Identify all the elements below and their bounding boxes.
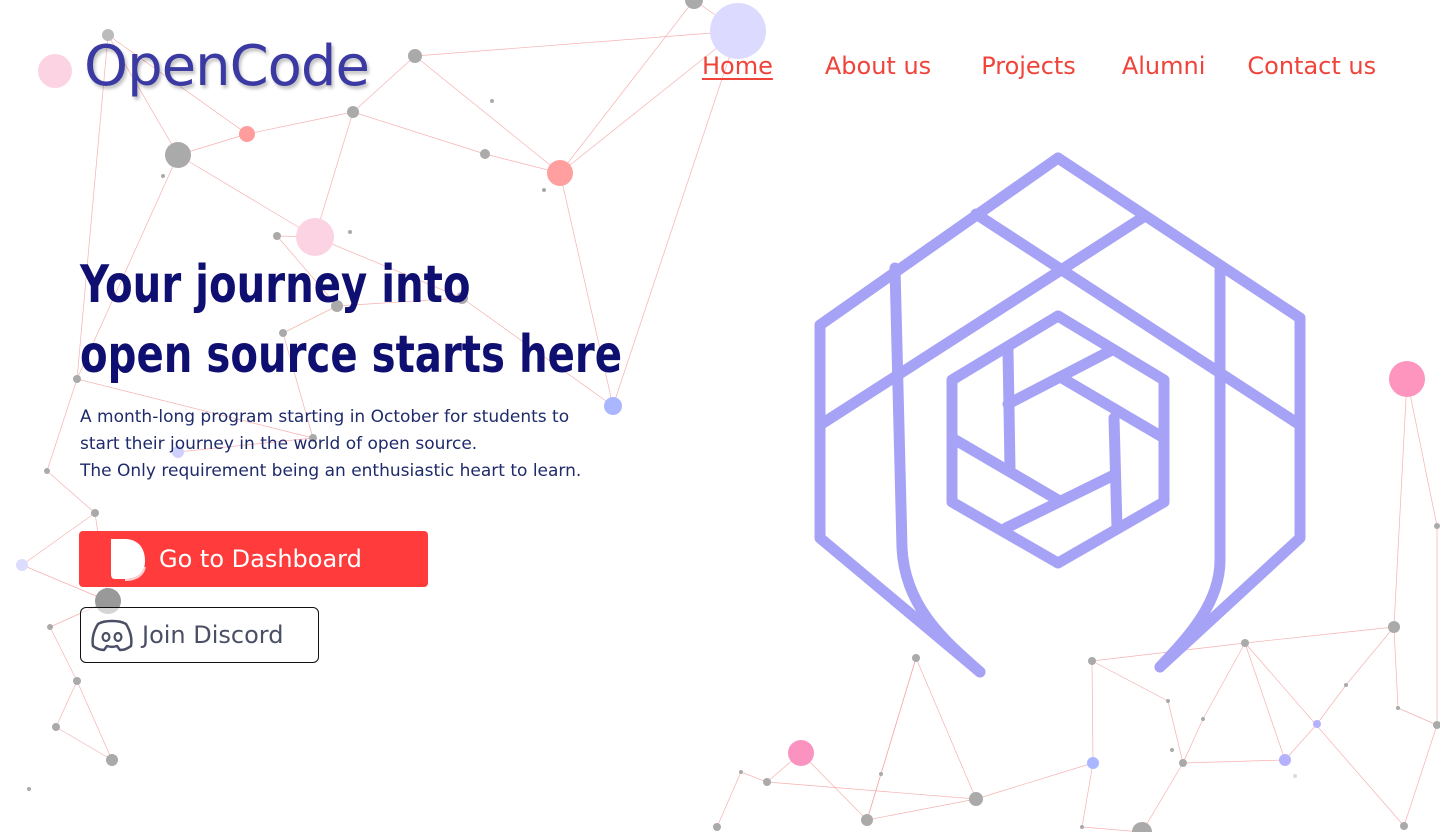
network-node — [91, 509, 99, 517]
network-node — [44, 468, 50, 474]
network-node — [604, 397, 622, 415]
headline-line-1: Your journey into — [80, 255, 471, 315]
description-line-1: A month-long program starting in October… — [80, 407, 570, 454]
network-node — [1433, 721, 1440, 729]
nav-contact-us[interactable]: Contact us — [1247, 52, 1376, 80]
network-node — [490, 99, 494, 103]
dashboard-button-label: Go to Dashboard — [159, 545, 362, 573]
network-edge — [55, 726, 113, 761]
network-node — [73, 677, 81, 685]
network-node — [348, 230, 352, 234]
network-edge — [1403, 724, 1438, 827]
nav-home[interactable]: Home — [702, 52, 773, 80]
network-node — [27, 787, 31, 791]
network-node — [1080, 825, 1084, 829]
main-nav: Home About us Projects Alumni Contact us — [702, 52, 1376, 80]
network-edge — [975, 762, 1094, 800]
network-edge — [716, 771, 742, 828]
network-node — [347, 106, 359, 118]
network-edge — [766, 781, 977, 800]
headline-line-2: open source starts here — [80, 325, 623, 385]
network-edge — [49, 626, 78, 682]
network-edge — [1167, 700, 1184, 764]
network-edge — [1182, 759, 1286, 764]
network-node — [1279, 754, 1291, 766]
network-node — [1166, 699, 1170, 703]
network-edge — [55, 680, 78, 728]
network-node — [1201, 717, 1205, 721]
network-node — [713, 823, 721, 831]
network-node — [710, 3, 766, 59]
network-node — [1434, 523, 1440, 529]
nav-alumni[interactable]: Alumni — [1122, 52, 1206, 80]
network-node — [969, 792, 983, 806]
network-edge — [1345, 626, 1395, 686]
hero-headline: Your journey into open source starts her… — [80, 250, 622, 390]
network-node — [161, 174, 165, 178]
network-node — [739, 770, 743, 774]
network-node — [106, 754, 118, 766]
network-node — [861, 814, 873, 826]
network-edge — [1393, 626, 1399, 709]
opencode-hexagon-logo-graphic — [814, 152, 1306, 678]
network-node — [542, 188, 546, 192]
network-node — [165, 142, 191, 168]
network-node — [480, 149, 490, 159]
network-node — [1389, 361, 1425, 397]
hero-description: A month-long program starting in October… — [80, 404, 600, 485]
network-node — [1400, 822, 1408, 830]
network-node — [1344, 683, 1348, 687]
network-edge — [414, 30, 739, 57]
network-node — [52, 723, 60, 731]
network-node — [38, 54, 72, 88]
network-edge — [1406, 378, 1438, 527]
network-node — [1179, 759, 1187, 767]
network-edge — [559, 0, 695, 174]
network-edge — [1397, 707, 1438, 726]
network-node — [763, 778, 771, 786]
network-edge — [352, 111, 486, 155]
network-node — [1388, 621, 1400, 633]
network-edge — [46, 378, 78, 472]
network-edge — [740, 771, 768, 783]
network-node — [16, 559, 28, 571]
network-node — [1087, 757, 1099, 769]
go-to-dashboard-button[interactable]: Go to Dashboard — [79, 531, 428, 587]
network-node — [408, 49, 422, 63]
discord-button-label: Join Discord — [142, 621, 284, 649]
network-edge — [866, 773, 882, 821]
network-node — [239, 126, 255, 142]
network-node — [1132, 822, 1152, 832]
network-node — [879, 772, 883, 776]
network-edge — [866, 798, 977, 821]
join-discord-button[interactable]: Join Discord — [80, 607, 319, 663]
discord-icon — [91, 619, 133, 652]
network-edge — [314, 111, 354, 238]
network-edge — [612, 30, 739, 407]
description-line-2: The Only requirement being an enthusiast… — [80, 461, 582, 481]
network-edge — [1316, 684, 1347, 725]
network-node — [1396, 706, 1400, 710]
network-edge — [1182, 718, 1204, 764]
network-edge — [1081, 762, 1094, 828]
network-node — [1170, 748, 1174, 752]
network-node — [47, 624, 53, 630]
network-node — [547, 160, 573, 186]
network-edge — [76, 680, 113, 761]
network-edge — [246, 111, 354, 135]
network-node — [1313, 720, 1321, 728]
nav-projects[interactable]: Projects — [981, 52, 1076, 80]
network-edge — [1284, 723, 1318, 761]
network-edge — [800, 752, 868, 821]
network-node — [788, 740, 814, 766]
network-edge — [1393, 378, 1408, 628]
dashboard-icon — [111, 539, 146, 581]
nav-about-us[interactable]: About us — [825, 52, 931, 80]
network-edge — [177, 154, 316, 238]
opencode-logo[interactable]: OpenCode — [84, 34, 370, 99]
network-node — [273, 232, 281, 240]
network-edge — [1141, 762, 1184, 832]
network-node — [1293, 774, 1297, 778]
